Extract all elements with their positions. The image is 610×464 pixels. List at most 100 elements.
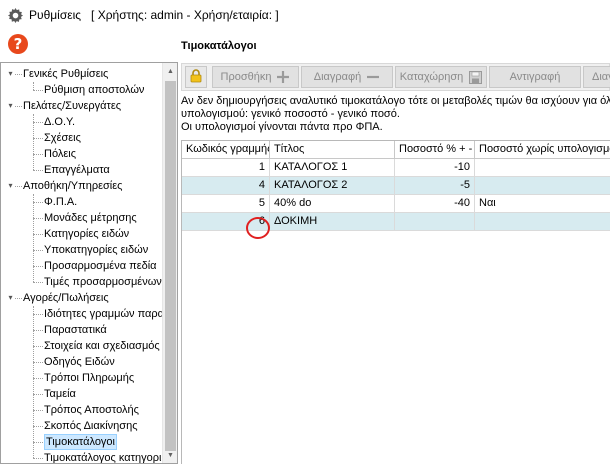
add-button-label: Προσθήκη (220, 71, 272, 83)
tree-group[interactable]: Πελάτες/Συνεργάτες (23, 98, 121, 114)
tree-expand-icon[interactable]: ▾ (6, 69, 15, 78)
price-list-grid: Κωδικός γραμμής Τίτλος Ποσοστό % + - Ποσ… (181, 140, 610, 464)
tree-item[interactable]: Τρόποι Πληρωμής (44, 370, 134, 386)
column-header-title[interactable]: Τίτλος (270, 141, 395, 159)
settings-tree-content: ▾ Γενικές Ρυθμίσεις Ρύθμιση αποστολών ▾ Πελά… (1, 63, 163, 463)
row-percent[interactable]: -10 (395, 159, 475, 177)
row-no-calc[interactable]: Ναι (475, 195, 610, 213)
tree-item[interactable]: Ιδιότητες γραμμών παρα (44, 306, 163, 322)
tree-expand-icon[interactable]: ▾ (6, 181, 15, 190)
copy-button-label: Αντιγραφή (509, 71, 561, 83)
tree-connector (33, 90, 43, 91)
tree-group[interactable]: Γενικές Ρυθμίσεις (23, 66, 108, 82)
tree-group[interactable]: Αποθήκη/Υπηρεσίες (23, 178, 122, 194)
row-percent[interactable] (395, 213, 475, 231)
tree-connector (33, 82, 34, 90)
tree-item[interactable]: Κατηγορίες ειδών (44, 226, 129, 242)
row-code[interactable]: 4 (182, 177, 270, 195)
tree-item[interactable]: Φ.Π.Α. (44, 194, 77, 210)
row-percent[interactable]: -5 (395, 177, 475, 195)
tree-expand-icon[interactable]: ▾ (6, 293, 15, 302)
tree-connector (33, 362, 43, 363)
column-header-percent[interactable]: Ποσοστό % + - (395, 141, 475, 159)
row-code[interactable]: 1 (182, 159, 270, 177)
column-header-code[interactable]: Κωδικός γραμμής (182, 141, 270, 159)
tree-connector (33, 138, 43, 139)
column-header-no-calc[interactable]: Ποσοστό χωρίς υπολογισμό (475, 141, 610, 159)
minus-icon (366, 70, 380, 84)
tree-item[interactable]: Στοιχεία και σχεδιασμός τ (44, 338, 163, 354)
row-title[interactable]: ΚΑΤΑΛΟΓΟΣ 1 (270, 159, 395, 177)
copy-button[interactable]: Αντιγραφή (489, 66, 581, 88)
tree-item[interactable]: Μονάδες μέτρησης (44, 210, 137, 226)
table-row[interactable]: 5 40% do -40 Ναι (182, 195, 610, 213)
row-title[interactable]: ΚΑΤΑΛΟΓΟΣ 2 (270, 177, 395, 195)
tree-expand-icon[interactable]: ▾ (6, 101, 15, 110)
floppy-disk-icon (468, 70, 482, 84)
table-row[interactable]: 1 ΚΑΤΑΛΟΓΟΣ 1 -10 (182, 159, 610, 177)
tree-connector (15, 74, 22, 75)
window-title: Ρυθμίσεις (29, 8, 82, 22)
tree-group[interactable]: Αγορές/Πωλήσεις (23, 290, 109, 306)
info-line-1: Αν δεν δημιουργήσεις αναλυτικό τιμοκατάλ… (181, 95, 610, 107)
tree-connector (33, 442, 43, 443)
help-icon[interactable]: ? (8, 34, 28, 54)
tree-item[interactable]: Τρόπος Αποστολής (44, 402, 139, 418)
add-button[interactable]: Προσθήκη (212, 66, 299, 88)
delete-button-label: Διαγραφή (313, 71, 362, 83)
tree-connector (33, 266, 43, 267)
tree-item[interactable]: Τιμές προσαρμοσμένων (44, 274, 162, 290)
tree-item[interactable]: Σχέσεις (44, 130, 81, 146)
tree-item[interactable]: Τιμοκατάλογοι (44, 434, 117, 450)
tree-item[interactable]: Ρύθμιση αποστολών (44, 82, 144, 98)
tree-item[interactable]: Παραστατικά (44, 322, 107, 338)
row-percent[interactable]: -40 (395, 195, 475, 213)
tree-connector (33, 410, 43, 411)
scroll-up-icon[interactable]: ▲ (163, 63, 177, 79)
scroll-down-icon[interactable]: ▼ (163, 447, 177, 463)
tree-item[interactable]: Προσαρμοσμένα πεδία (44, 258, 157, 274)
tree-item[interactable]: Σκοπός Διακίνησης (44, 418, 138, 434)
tree-connector (33, 202, 43, 203)
row-title[interactable]: 40% do (270, 195, 395, 213)
tree-connector (33, 170, 43, 171)
save-button[interactable]: Καταχώρηση (395, 66, 487, 88)
lock-icon (190, 68, 202, 86)
gear-icon (7, 7, 23, 23)
tree-item[interactable]: Τιμοκατάλογος κατηγορι (44, 450, 161, 463)
info-line-2: υπολογισμού: γενικό ποσοστό - γενικό ποσ… (181, 108, 400, 120)
row-no-calc[interactable] (475, 159, 610, 177)
delete-button[interactable]: Διαγραφή (301, 66, 393, 88)
tree-connector (33, 394, 43, 395)
tree-item[interactable]: Υποκατηγορίες ειδών (44, 242, 148, 258)
window-user-info: [ Χρήστης: admin - Χρήση/εταιρία: ] (91, 8, 279, 22)
tree-connector (33, 234, 43, 235)
tree-scrollbar[interactable]: ▲ ▼ (162, 63, 177, 463)
tree-connector (33, 218, 43, 219)
tree-item[interactable]: Πόλεις (44, 146, 76, 162)
page-title: Τιμοκατάλογοι (181, 40, 257, 52)
tree-item[interactable]: Επαγγέλματα (44, 162, 110, 178)
tree-connector (33, 330, 43, 331)
row-title[interactable]: ΔΟΚΙΜΗ (270, 213, 395, 231)
tree-connector (33, 314, 43, 315)
row-no-calc[interactable] (475, 213, 610, 231)
tree-item[interactable]: Δ.Ο.Υ. (44, 114, 75, 130)
tree-item[interactable]: Οδηγός Ειδών (44, 354, 115, 370)
tree-connector (33, 154, 43, 155)
tree-item[interactable]: Ταμεία (44, 386, 76, 402)
tree-connector (33, 282, 43, 283)
next-toolbar-button[interactable]: Διαγ (583, 66, 610, 88)
info-line-3: Οι υπολογισμοί γίνονται πάντα προ ΦΠΑ. (181, 121, 383, 133)
tree-connector (33, 194, 34, 282)
table-row[interactable]: 4 ΚΑΤΑΛΟΓΟΣ 2 -5 (182, 177, 610, 195)
next-toolbar-button-label: Διαγ (592, 71, 610, 83)
info-text: Αν δεν δημιουργήσεις αναλυτικό τιμοκατάλ… (181, 95, 610, 134)
tree-connector (33, 378, 43, 379)
scrollbar-thumb[interactable] (165, 81, 176, 451)
row-no-calc[interactable] (475, 177, 610, 195)
toolbar: Προσθήκη Διαγραφή Καταχώρηση Αντιγραφή Δ… (181, 63, 610, 91)
row-code[interactable]: 5 (182, 195, 270, 213)
grid-header-row: Κωδικός γραμμής Τίτλος Ποσοστό % + - Ποσ… (182, 141, 610, 159)
lock-button[interactable] (185, 66, 207, 88)
